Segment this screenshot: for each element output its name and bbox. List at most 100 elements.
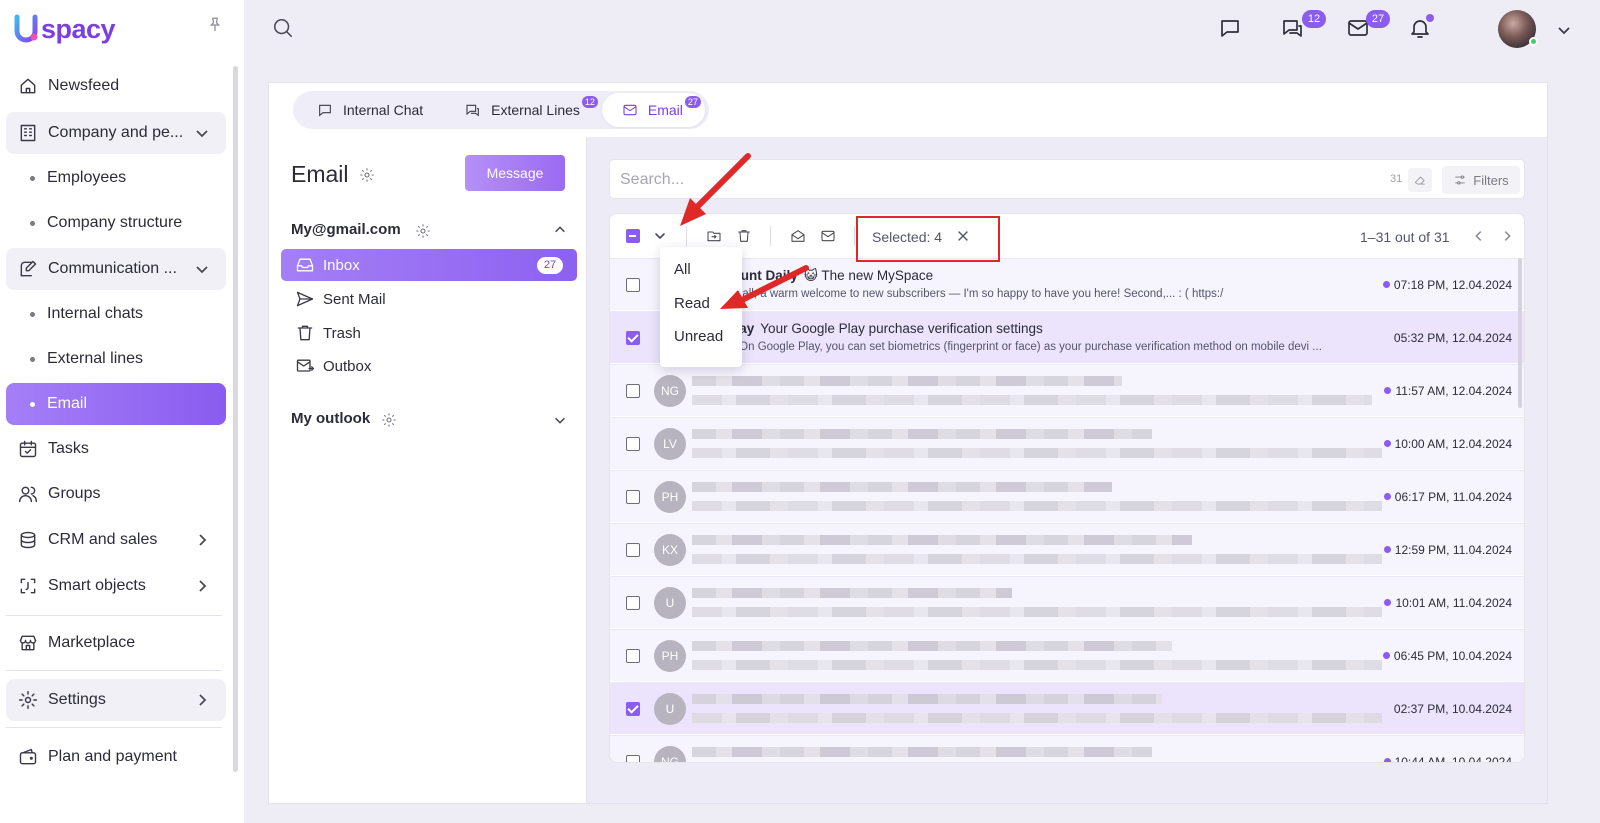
tab-external-lines[interactable]: External Lines 12 [445,93,602,127]
tab-internal-chat[interactable]: Internal Chat [297,93,445,127]
mark-unread-button[interactable] [820,228,836,244]
new-message-button[interactable]: Message [465,155,565,191]
row-checkbox[interactable] [626,649,640,663]
sidebar-item-employees[interactable]: Employees [6,157,226,199]
email-row[interactable]: U 10:01 AM, 11.04.2024 [610,576,1524,628]
mark-read-button[interactable] [790,228,806,244]
folder-sent[interactable]: Sent Mail [281,283,577,315]
global-search-icon[interactable] [272,17,294,39]
account-gmail[interactable]: My@gmail.com [291,221,401,238]
sidebar-item-communication[interactable]: Communication ... [6,248,226,290]
move-to-folder-button[interactable] [706,228,722,244]
search-input[interactable] [620,168,1320,192]
email-row[interactable]: ...ct Hunt Daily 😺 The new MySpace ...rst … [610,258,1524,310]
sidebar-item-crm[interactable]: CRM and sales [6,519,226,561]
redacted-preview [692,501,1382,511]
email-preview: ...rst of all, a warm welcome to new sub… [704,288,1224,300]
email-subject-text: Your Google Play purchase verification s… [760,321,1043,336]
sidebar-item-label: Smart objects [48,577,146,594]
email-time-text: 07:18 PM, 12.04.2024 [1393,278,1512,292]
clear-search-button[interactable] [1408,168,1432,192]
email-row[interactable]: ...e PlayYour Google Play purchase verif… [610,311,1524,363]
chevron-down-icon[interactable] [1556,22,1572,38]
email-time: 02:37 PM, 10.04.2024 [1394,702,1512,716]
sidebar-item-internal-chats[interactable]: Internal chats [6,293,226,335]
page-title: Email [291,161,349,187]
email-time: 07:18 PM, 12.04.2024 [1382,278,1512,292]
email-row[interactable]: NG 10:44 AM, 10.04.2024 [610,735,1524,762]
sidebar-item-company-structure[interactable]: Company structure [6,202,226,244]
sidebar-item-smart-objects[interactable]: Smart objects [6,565,226,607]
select-all-checkbox[interactable] [626,229,640,243]
folder-trash[interactable]: Trash [281,317,577,349]
row-checkbox[interactable] [626,543,640,557]
sidebar-divider [6,615,222,616]
email-row[interactable]: PH 06:45 PM, 10.04.2024 [610,629,1524,681]
account-outlook[interactable]: My outlook [291,410,370,427]
unread-dot [1383,758,1391,762]
chevron-down-icon[interactable] [553,413,567,427]
email-time: 06:45 PM, 10.04.2024 [1382,649,1512,663]
email-row[interactable]: LV 10:00 AM, 12.04.2024 [610,417,1524,469]
sidebar-item-external-lines[interactable]: External lines [6,338,226,380]
sidebar: spacy Newsfeed Company and pe... Employe… [0,0,244,823]
mail-icon [821,230,835,242]
row-checkbox[interactable] [626,278,640,292]
sidebar-item-settings[interactable]: Settings [6,679,226,721]
sidebar-item-marketplace[interactable]: Marketplace [6,622,226,664]
chevron-left-icon[interactable] [1472,229,1486,243]
list-scrollbar[interactable] [1518,258,1522,408]
row-checkbox[interactable] [626,702,640,716]
online-status-dot [1529,37,1538,46]
sidebar-item-tasks[interactable]: Tasks [6,428,226,470]
row-checkbox[interactable] [626,490,640,504]
redacted-subject [692,429,1152,439]
sidebar-item-company[interactable]: Company and pe... [6,112,226,154]
row-checkbox[interactable] [626,596,640,610]
email-time: 06:17 PM, 11.04.2024 [1383,490,1512,504]
filters-button[interactable]: Filters [1442,166,1520,194]
menu-item-unread[interactable]: Unread [674,328,723,345]
pin-icon[interactable] [206,16,224,34]
row-checkbox[interactable] [626,755,640,762]
select-options-dropdown-toggle[interactable] [652,228,668,244]
chevron-down-icon [655,233,665,239]
folder-outbox[interactable]: Outbox [281,350,577,382]
sidebar-item-groups[interactable]: Groups [6,473,226,515]
tab-label: External Lines [491,102,580,118]
communication-tabs: Internal Chat External Lines 12 Email 27 [293,91,709,129]
sidebar-item-email[interactable]: Email [6,383,226,425]
chevron-right-icon[interactable] [1500,229,1514,243]
email-row[interactable]: NG 11:57 AM, 12.04.2024 [610,364,1524,416]
sender-avatar: NG [654,375,686,407]
chat-icon[interactable] [1218,16,1242,40]
redacted-subject [692,694,1162,704]
redacted-preview [692,607,1382,617]
sender-avatar: LV [654,428,686,460]
delete-button[interactable] [736,228,752,244]
sidebar-item-newsfeed[interactable]: Newsfeed [6,65,226,107]
menu-item-all[interactable]: All [674,261,691,278]
folder-inbox[interactable]: Inbox 27 [281,249,577,281]
row-checkbox[interactable] [626,384,640,398]
row-checkbox[interactable] [626,331,640,345]
gear-icon[interactable] [415,223,431,239]
gear-icon[interactable] [359,167,375,183]
sender-avatar: U [654,587,686,619]
mail-badge: 27 [1366,10,1390,28]
email-row[interactable]: U 02:37 PM, 10.04.2024 [610,682,1524,734]
email-time-text: 06:45 PM, 10.04.2024 [1393,649,1512,663]
email-row[interactable]: KX 12:59 PM, 11.04.2024 [610,523,1524,575]
tab-email[interactable]: Email 27 [601,93,705,127]
gear-icon[interactable] [381,412,397,428]
email-row[interactable]: PH 06:17 PM, 11.04.2024 [610,470,1524,522]
chats-badge: 12 [1302,10,1326,28]
sidebar-scrollbar[interactable] [233,66,238,772]
sidebar-item-label: Groups [48,485,101,502]
chevron-up-icon[interactable] [553,223,567,237]
sidebar-item-plan-payment[interactable]: Plan and payment [6,736,226,778]
menu-item-read[interactable]: Read [674,295,710,312]
logo[interactable]: spacy [12,12,116,46]
row-checkbox[interactable] [626,437,640,451]
building-icon [20,124,36,142]
